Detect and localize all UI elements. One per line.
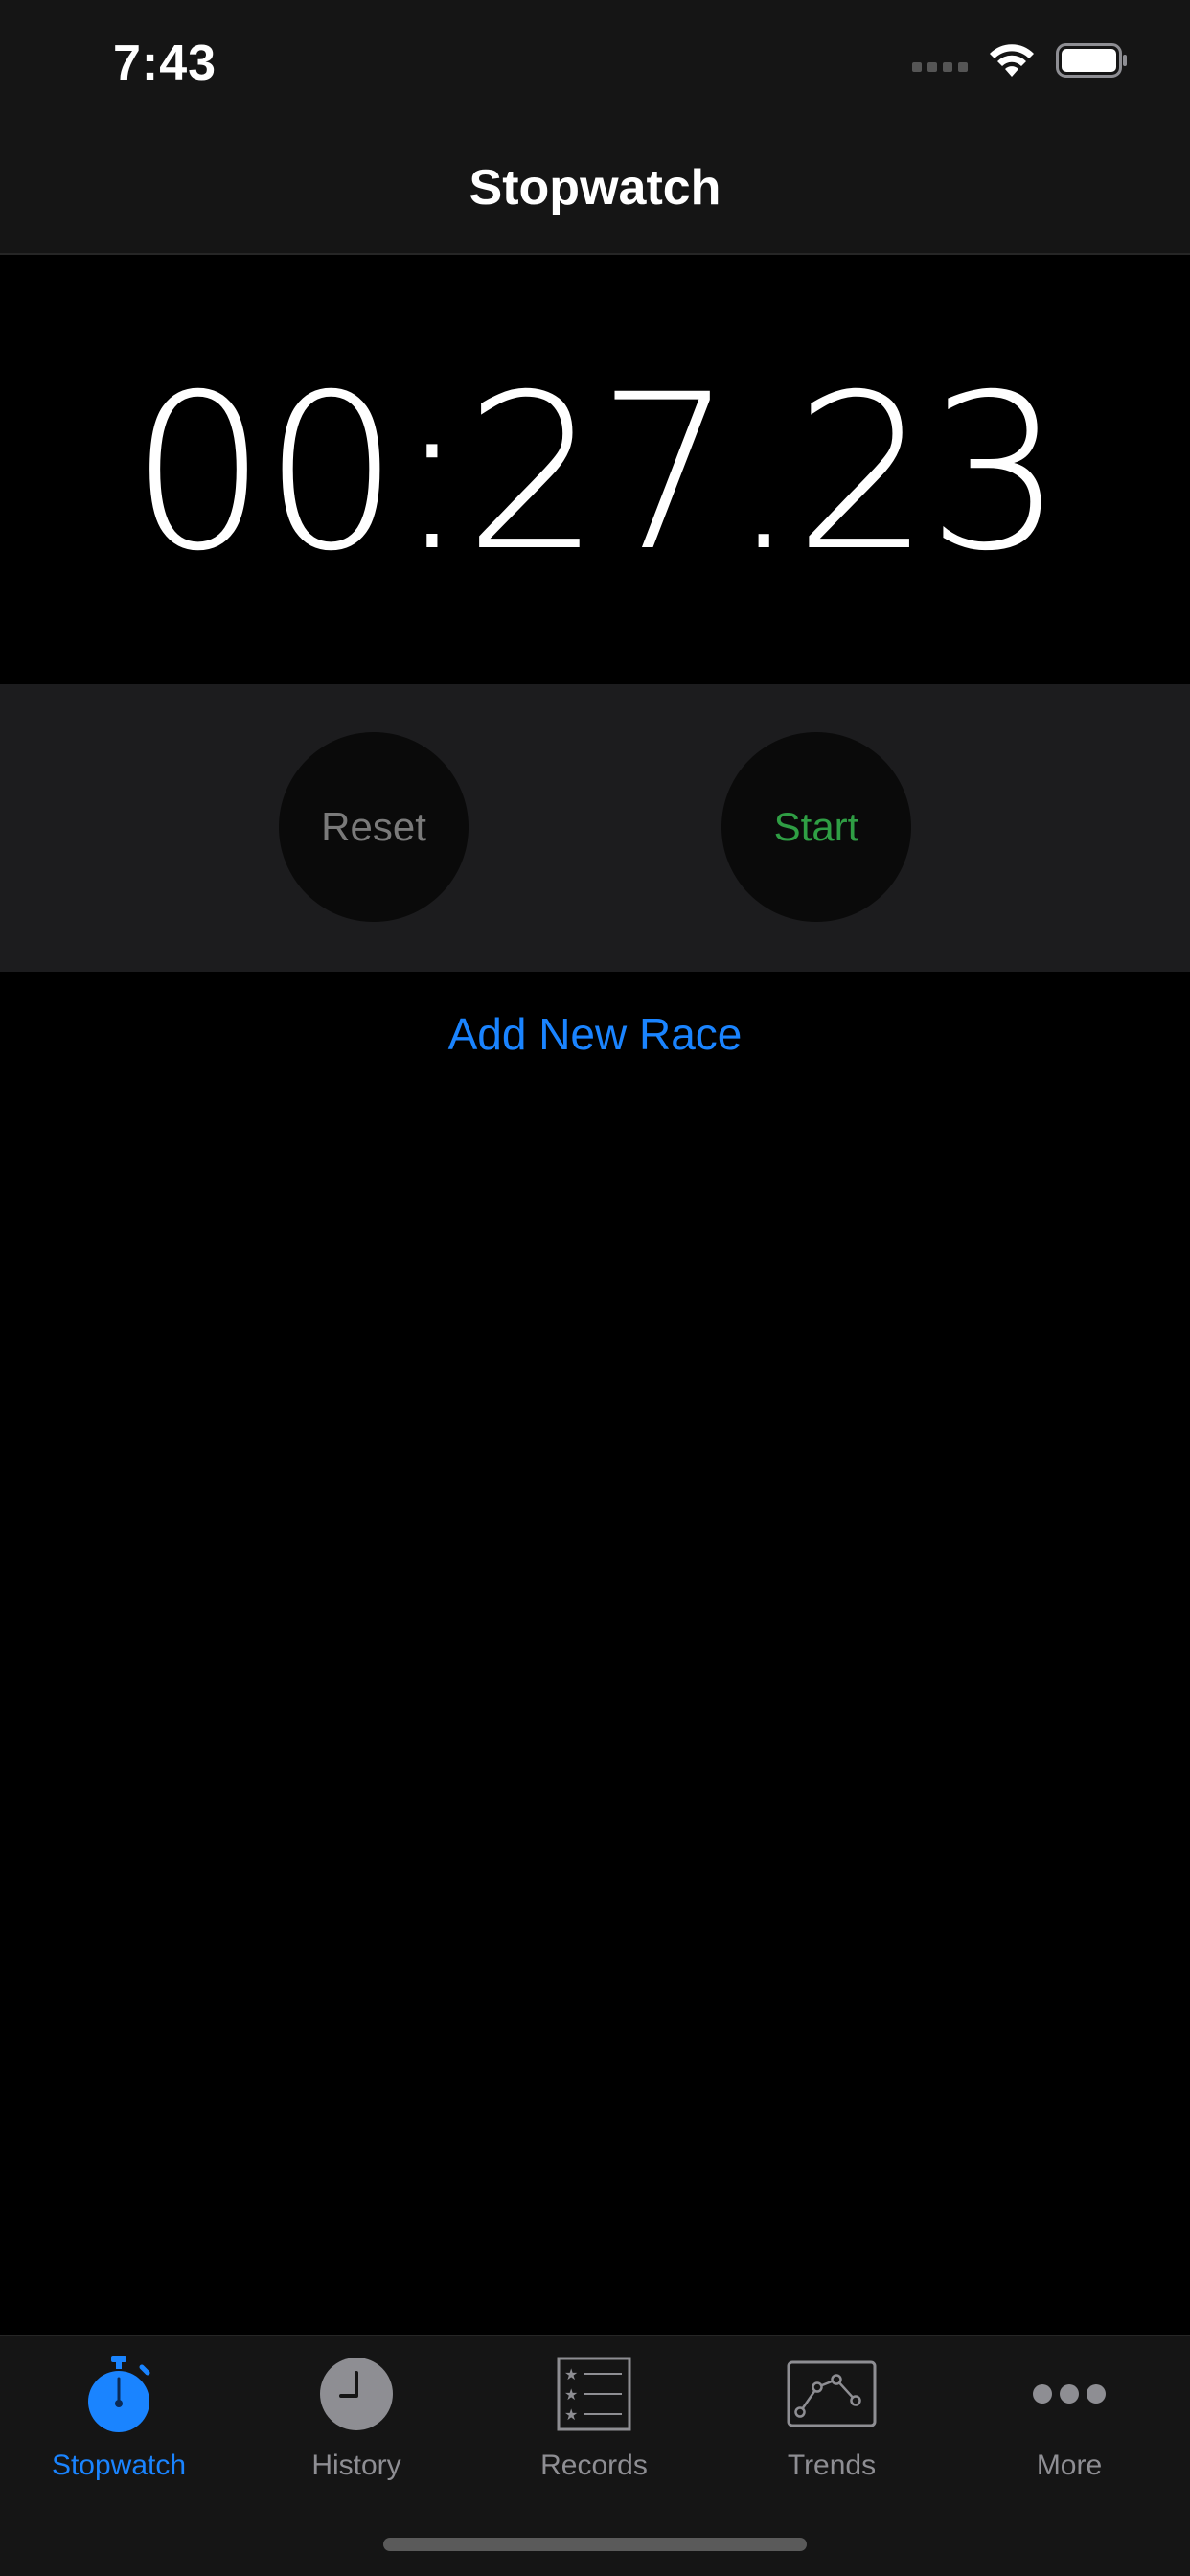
tab-label: Stopwatch (51, 2450, 187, 2481)
timer-area: 00:27.23 (0, 255, 1190, 684)
tab-label: More (1036, 2450, 1103, 2481)
elapsed-time-display: 00:27.23 (130, 348, 1064, 598)
battery-icon (1056, 43, 1129, 78)
clock-icon (310, 2354, 402, 2434)
tab-label: Records (540, 2450, 648, 2481)
stopwatch-icon (73, 2354, 165, 2434)
tab-records[interactable]: ★ ★ ★ Records (475, 2354, 713, 2507)
tab-stopwatch[interactable]: Stopwatch (0, 2354, 238, 2507)
top-bar: 7:43 Stopwatch (0, 0, 1190, 255)
line-chart-icon (786, 2354, 878, 2434)
status-icons (912, 42, 1129, 79)
reset-button[interactable]: Reset (279, 732, 469, 922)
start-button[interactable]: Start (721, 732, 911, 922)
page-title: Stopwatch (469, 160, 721, 216)
svg-text:★: ★ (564, 2405, 578, 2424)
tab-trends[interactable]: Trends (713, 2354, 950, 2507)
wifi-icon (989, 42, 1035, 79)
tab-label: Trends (787, 2450, 877, 2481)
controls-panel: Reset Start (0, 684, 1190, 972)
svg-text:★: ★ (564, 2365, 578, 2383)
tab-more[interactable]: More (950, 2354, 1188, 2507)
star-list-icon: ★ ★ ★ (548, 2354, 640, 2434)
add-new-race-link[interactable]: Add New Race (0, 1008, 1190, 1060)
tab-history[interactable]: History (238, 2354, 475, 2507)
status-time: 7:43 (113, 35, 217, 91)
more-dots-icon (1023, 2354, 1115, 2434)
svg-text:★: ★ (564, 2385, 578, 2404)
home-indicator[interactable] (383, 2538, 807, 2551)
tab-label: History (311, 2450, 401, 2481)
cellular-signal-icon (912, 62, 968, 72)
stopwatch-screen: 7:43 Stopwatch 00:27.23 Reset Start Add … (0, 0, 1190, 2576)
